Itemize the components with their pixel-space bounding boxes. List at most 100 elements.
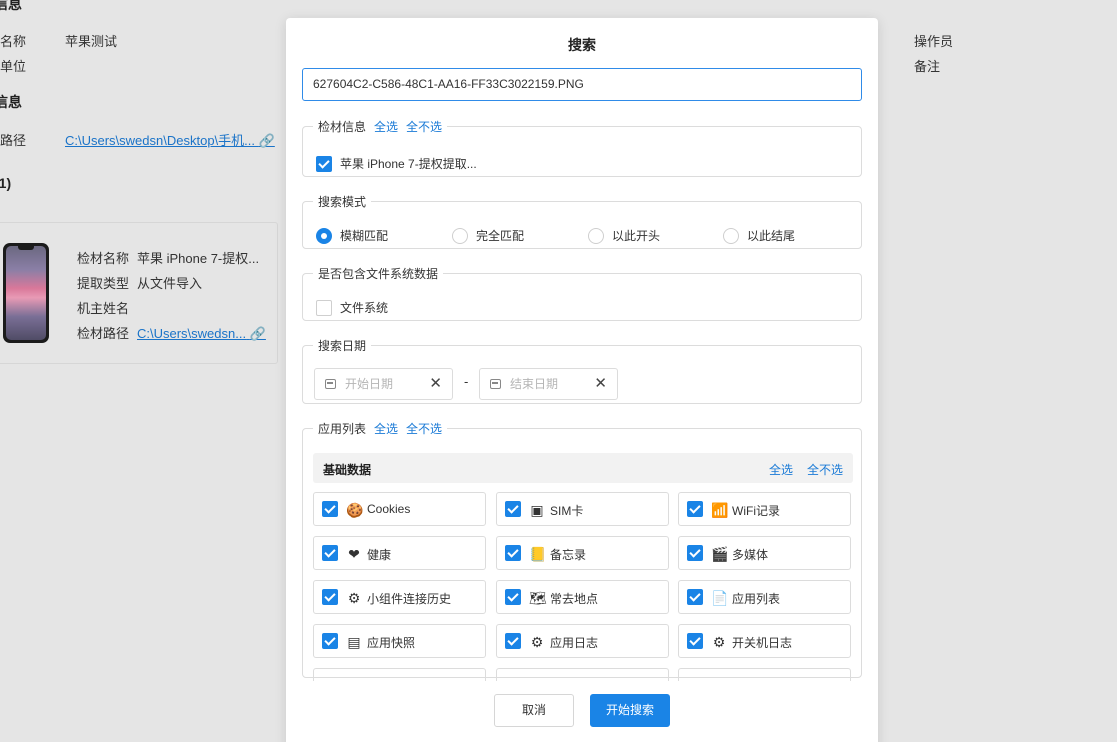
unit-label: 单位: [0, 59, 27, 74]
device-type-row: 提取类型 从文件导入: [77, 276, 203, 291]
app-item[interactable]: ⚙ 应用日志: [496, 624, 669, 658]
app-icon: 🗺: [529, 590, 547, 606]
app-item[interactable]: ▤ 应用快照: [313, 624, 486, 658]
specimen-select-all[interactable]: 全选: [374, 120, 398, 134]
phone-image: [3, 243, 49, 343]
app-checkbox[interactable]: [322, 633, 338, 649]
specimen-group: 检材信息 全选 全不选 苹果 iPhone 7-提权提取...: [302, 118, 862, 177]
app-icon: 📶: [711, 502, 729, 518]
app-checkbox[interactable]: [505, 589, 521, 605]
app-item[interactable]: 🎬 多媒体: [678, 536, 851, 570]
app-item[interactable]: ⚙ 开关机日志: [678, 624, 851, 658]
specimen-item[interactable]: 苹果 iPhone 7-提权提取...: [316, 155, 477, 172]
app-list-legend: 应用列表 全选 全不选: [318, 422, 443, 436]
mode-exact-radio[interactable]: [452, 227, 468, 244]
app-item-partial[interactable]: [678, 668, 851, 681]
search-input[interactable]: 627604C2-C586-48C1-AA16-FF33C3022159.PNG: [302, 68, 862, 101]
app-label: 备忘录: [550, 548, 587, 562]
path-link[interactable]: C:\Users\swedsn\Desktop\手机... 🔗: [65, 130, 275, 149]
app-label: 开关机日志: [732, 636, 793, 650]
app-list-group: 应用列表 全选 全不选 基础数据 全选 全不选 🍪 Cookies ▣ SIM卡 📶 WiFi记…: [302, 420, 862, 681]
specimen-deselect-all[interactable]: 全不选: [406, 120, 442, 134]
app-label: 小组件连接历史: [367, 592, 452, 606]
app-icon: ▣: [530, 502, 544, 518]
app-label: 健康: [367, 548, 392, 562]
mode-fuzzy[interactable]: 模糊匹配: [316, 227, 388, 244]
filesystem-legend: 是否包含文件系统数据: [318, 267, 439, 281]
app-label: 应用列表: [732, 592, 781, 606]
app-icon: 📒: [529, 546, 547, 562]
filesystem-option[interactable]: 文件系统: [316, 299, 388, 316]
app-item-partial[interactable]: [313, 668, 486, 681]
app-checkbox[interactable]: [322, 545, 338, 561]
basic-data-title: 基础数据: [323, 463, 372, 477]
clear-icon[interactable]: ✕: [429, 369, 442, 399]
app-checkbox[interactable]: [505, 545, 521, 561]
mode-exact[interactable]: 完全匹配: [452, 227, 524, 244]
date-group: 搜索日期 开始日期 ✕ - 结束日期 ✕: [302, 337, 862, 404]
app-label: 应用日志: [550, 636, 599, 650]
device-card[interactable]: 检材名称 苹果 iPhone 7-提权... 提取类型 从文件导入 机主姓名 检材路…: [0, 222, 278, 364]
app-item[interactable]: ⚙ 小组件连接历史: [313, 580, 486, 614]
date-legend: 搜索日期: [318, 339, 367, 353]
link-icon: 🔗: [258, 133, 275, 148]
device-owner-row: 机主姓名: [77, 301, 130, 316]
apps-deselect-all[interactable]: 全不选: [406, 422, 442, 436]
app-item[interactable]: ❤ 健康: [313, 536, 486, 570]
specimen-checkbox[interactable]: [316, 155, 332, 172]
section-title-basic: 信息: [0, 0, 22, 12]
app-checkbox[interactable]: [322, 589, 338, 605]
app-checkbox[interactable]: [687, 545, 703, 561]
app-checkbox[interactable]: [687, 589, 703, 605]
mode-ends-with[interactable]: 以此结尾: [723, 227, 795, 244]
app-item[interactable]: 📶 WiFi记录: [678, 492, 851, 526]
app-item[interactable]: 🍪 Cookies: [313, 492, 486, 526]
path-label: 路径: [0, 133, 27, 148]
section-title-source: 信息: [0, 94, 22, 110]
clear-icon[interactable]: ✕: [594, 369, 607, 399]
app-item[interactable]: ▣ SIM卡: [496, 492, 669, 526]
start-search-button[interactable]: 开始搜索: [590, 694, 670, 727]
name-value: 苹果测试: [65, 34, 118, 49]
search-dialog: 搜索 627604C2-C586-48C1-AA16-FF33C3022159.…: [286, 18, 878, 742]
device-path-link[interactable]: C:\Users\swedsn... 🔗: [137, 326, 266, 341]
calendar-icon: [325, 379, 336, 389]
device-path-row: 检材路径 C:\Users\swedsn... 🔗: [77, 326, 266, 341]
app-icon: ⚙: [530, 634, 544, 650]
mode-ends-radio[interactable]: [723, 227, 739, 244]
app-checkbox[interactable]: [687, 633, 703, 649]
app-label: Cookies: [367, 502, 411, 516]
app-icon: ❤: [348, 546, 360, 562]
filesystem-checkbox[interactable]: [316, 299, 332, 316]
search-mode-legend: 搜索模式: [318, 195, 367, 209]
mode-starts-with[interactable]: 以此开头: [588, 227, 660, 244]
app-checkbox[interactable]: [322, 501, 338, 517]
app-icon: ▤: [347, 634, 361, 650]
apps-select-all[interactable]: 全选: [374, 422, 398, 436]
filesystem-group: 是否包含文件系统数据 文件系统: [302, 265, 862, 321]
end-date-input[interactable]: 结束日期 ✕: [479, 368, 618, 400]
app-item[interactable]: 📒 备忘录: [496, 536, 669, 570]
cancel-button[interactable]: 取消: [494, 694, 574, 727]
app-checkbox[interactable]: [687, 501, 703, 517]
mode-starts-radio[interactable]: [588, 227, 604, 244]
app-item[interactable]: 🗺 常去地点: [496, 580, 669, 614]
name-label: 名称: [0, 34, 27, 49]
section-title-specimen-count: (1): [0, 175, 12, 191]
app-item[interactable]: 📄 应用列表: [678, 580, 851, 614]
app-icon: 📄: [711, 590, 729, 606]
group-deselect-all[interactable]: 全不选: [807, 463, 843, 477]
app-label: WiFi记录: [732, 504, 780, 518]
start-date-input[interactable]: 开始日期 ✕: [314, 368, 453, 400]
operator-label: 操作员: [914, 34, 954, 49]
dialog-title: 搜索: [568, 37, 596, 53]
app-checkbox[interactable]: [505, 633, 521, 649]
group-select-all[interactable]: 全选: [769, 463, 793, 477]
search-mode-group: 搜索模式 模糊匹配 完全匹配 以此开头 以此结尾: [302, 193, 862, 249]
app-item-partial[interactable]: [496, 668, 669, 681]
mode-fuzzy-radio[interactable]: [316, 227, 332, 244]
app-checkbox[interactable]: [505, 501, 521, 517]
app-list-scroll[interactable]: 基础数据 全选 全不选 🍪 Cookies ▣ SIM卡 📶 WiFi记录 ❤ 健康 📒 备忘录 🎬 多…: [313, 453, 853, 681]
app-icon: ⚙: [347, 590, 361, 606]
device-name-row: 检材名称 苹果 iPhone 7-提权...: [77, 251, 260, 266]
